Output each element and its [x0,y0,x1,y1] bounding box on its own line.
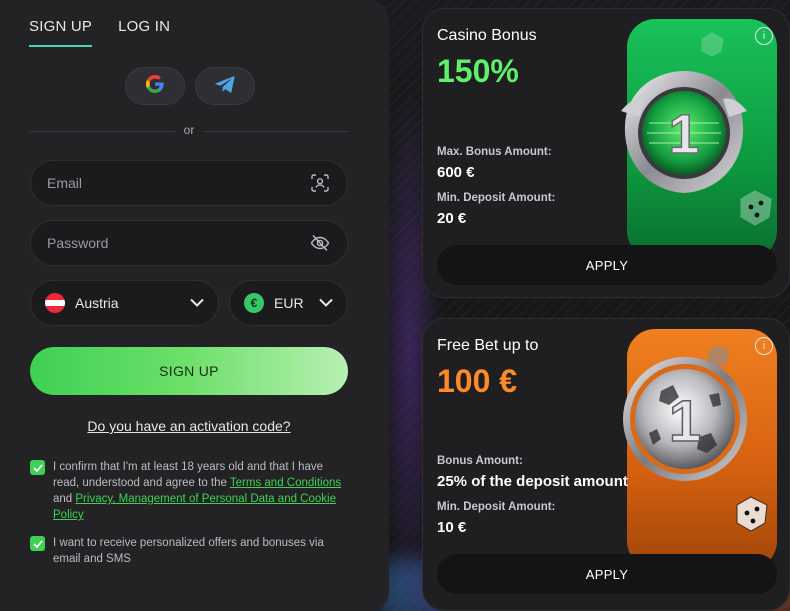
eye-off-icon[interactable] [309,232,331,254]
terms-link[interactable]: Terms and Conditions [230,477,341,489]
svg-text:1: 1 [668,102,699,165]
dice-icon [736,496,768,532]
info-icon[interactable]: i [755,337,773,355]
tab-sign-up[interactable]: SIGN UP [29,18,93,47]
auth-tabs: SIGN UP LOG IN [29,18,170,47]
currency-value: EUR [274,295,304,311]
password-placeholder: Password [47,235,109,251]
casino-bonus-card[interactable]: 1 i Casino Bonus 150% Max. Bonus Amount:… [422,8,790,298]
privacy-link[interactable]: Privacy, Management of Personal Data and… [53,493,336,521]
or-divider: or [30,123,348,139]
info-icon[interactable]: i [755,27,773,45]
offers-consent: I want to receive personalized offers an… [30,535,350,567]
card-headline: 150% [437,53,519,89]
currency-select[interactable]: € EUR [229,280,348,326]
offers-text: I want to receive personalized offers an… [53,537,324,565]
telegram-icon [215,75,235,98]
email-placeholder: Email [47,175,83,191]
card-title: Free Bet up to [437,337,539,354]
activation-code-link[interactable]: Do you have an activation code? [0,418,378,434]
page: SIGN UP LOG IN or Email Password Austria… [0,0,790,611]
max-bonus-value: 600 € [437,164,475,181]
min-deposit-value: 10 € [437,519,467,536]
email-field[interactable]: Email [30,160,348,206]
austria-flag-icon [45,293,65,313]
signup-panel: SIGN UP LOG IN or Email Password Austria… [0,0,389,611]
terms-checkbox[interactable] [30,460,45,475]
offers-checkbox[interactable] [30,536,45,551]
or-text: or [183,123,195,137]
max-bonus-label: Max. Bonus Amount: [437,146,552,158]
min-deposit-label: Min. Deposit Amount: [437,192,556,204]
terms-text: I confirm that I'm at least 18 years old… [53,461,342,521]
chevron-down-icon [190,294,204,312]
small-dice-icon [708,345,729,368]
card-headline: 100 € [437,363,518,399]
small-dice-icon [701,32,724,57]
casino-coin-icon: 1 [621,71,747,193]
euro-icon: € [244,293,264,313]
bonus-amount-value: 25% of the deposit amount [437,473,628,490]
telegram-login-button[interactable] [195,67,255,105]
tab-log-in[interactable]: LOG IN [118,18,170,47]
svg-text:1: 1 [669,389,701,454]
free-bet-card[interactable]: 1 i Free Bet up to 100 € Bonus Amount: 2… [422,318,790,611]
min-deposit-value: 20 € [437,210,467,227]
google-icon [146,74,164,98]
contact-scan-icon [309,172,331,194]
football-coin-icon: 1 [623,357,747,481]
apply-button[interactable]: APPLY [437,554,777,594]
terms-consent: I confirm that I'm at least 18 years old… [30,459,350,523]
card-title: Casino Bonus [437,27,537,44]
country-value: Austria [75,295,119,311]
social-login [125,67,255,105]
sign-up-button[interactable]: SIGN UP [30,347,348,395]
min-deposit-label: Min. Deposit Amount: [437,501,556,513]
password-field[interactable]: Password [30,220,348,266]
dice-icon [740,190,772,226]
google-login-button[interactable] [125,67,185,105]
bonus-amount-label: Bonus Amount: [437,455,523,467]
country-select[interactable]: Austria [30,280,219,326]
chevron-down-icon [319,294,333,312]
apply-button[interactable]: APPLY [437,245,777,285]
